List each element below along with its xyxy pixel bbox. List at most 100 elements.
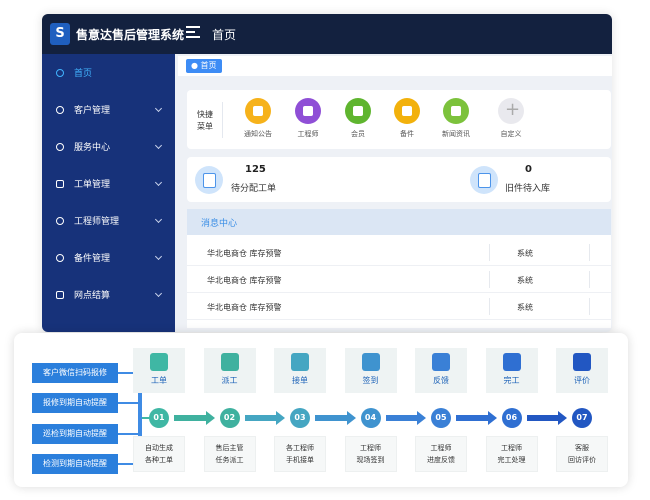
message-center-title: 消息中心 bbox=[201, 219, 238, 229]
headset-icon bbox=[56, 142, 64, 151]
sidebar-item-label: 网点结算 bbox=[74, 291, 111, 301]
flow-arrow bbox=[244, 411, 285, 425]
document-icon bbox=[56, 179, 64, 188]
flow-arrow bbox=[526, 411, 567, 425]
flow-arrow bbox=[385, 411, 426, 425]
old-parts-icon bbox=[470, 166, 498, 194]
quick-item-label: 新闻资讯 bbox=[442, 130, 470, 138]
step-card-3: 接单 bbox=[274, 348, 326, 393]
sidebar-item-workorders[interactable]: 工单管理 bbox=[42, 165, 175, 202]
sidebar-item-customers[interactable]: 客户管理 bbox=[42, 91, 175, 128]
sidebar-item-label: 服务中心 bbox=[74, 143, 111, 153]
table-row[interactable]: 华北电商仓 库存预警 系统 bbox=[187, 239, 611, 266]
table-row[interactable]: 华北电商仓 库存预警 系统 bbox=[187, 293, 611, 320]
step-description-line: 完工处理 bbox=[497, 456, 526, 464]
old-parts-count: 0 bbox=[525, 164, 532, 175]
quick-item-spareparts[interactable]: 备件 bbox=[382, 98, 432, 139]
old-parts-label: 旧件待入库 bbox=[505, 184, 551, 194]
dispatch-icon bbox=[220, 353, 239, 371]
member-icon bbox=[345, 98, 371, 124]
top-nav-home[interactable]: 首页 bbox=[212, 26, 236, 43]
sidebar-item-label: 客户管理 bbox=[74, 106, 111, 116]
step-description: 自动生成 各种工单 bbox=[133, 436, 185, 472]
accept-order-icon bbox=[291, 353, 309, 371]
quick-item-label: 工程师 bbox=[297, 130, 319, 138]
app-title: 售意达售后管理系统 bbox=[76, 28, 185, 42]
plus-icon bbox=[498, 98, 524, 124]
sidebar-item-engineers[interactable]: 工程师管理 bbox=[42, 202, 175, 239]
entry-repair-reminder[interactable]: 报修到期自动提醒 bbox=[32, 393, 118, 413]
review-icon bbox=[573, 353, 591, 371]
engineer-icon bbox=[295, 98, 321, 124]
feedback-icon bbox=[432, 353, 450, 371]
sidebar-item-label: 工程师管理 bbox=[74, 217, 120, 227]
step-name: 工单 bbox=[151, 376, 167, 385]
step-card-7: 评价 bbox=[556, 348, 608, 393]
entry-detection-reminder[interactable]: 检测到期自动提醒 bbox=[32, 454, 118, 474]
sidebar-item-spareparts[interactable]: 备件管理 bbox=[42, 239, 175, 276]
user-icon bbox=[56, 105, 64, 114]
chevron-down-icon bbox=[154, 252, 163, 260]
quick-menu-label: 快捷菜单 bbox=[197, 110, 213, 131]
message-content: 华北电商仓 库存预警 bbox=[207, 276, 282, 285]
flow-arrow bbox=[456, 411, 497, 425]
step-description-line: 任务派工 bbox=[215, 456, 244, 464]
sidebar-item-home[interactable]: 首页 bbox=[42, 54, 175, 91]
step-card-6: 完工 bbox=[485, 348, 538, 393]
table-row[interactable]: 华北电商仓 库存预警 系统 bbox=[187, 266, 611, 293]
chevron-down-icon bbox=[154, 104, 163, 112]
quick-item-member[interactable]: 会员 bbox=[333, 98, 383, 139]
flow-arrow bbox=[174, 411, 215, 425]
quick-item-label: 备件 bbox=[400, 130, 414, 138]
chevron-down-icon bbox=[154, 215, 163, 223]
quick-item-news[interactable]: 新闻资讯 bbox=[431, 98, 481, 139]
message-center-header: 消息中心 bbox=[187, 209, 611, 235]
pending-workorder-label: 待分配工单 bbox=[231, 184, 277, 194]
step-number: 04 bbox=[360, 408, 381, 428]
step-name: 签到 bbox=[362, 376, 379, 385]
top-bar: S 售意达售后管理系统 首页 bbox=[42, 14, 612, 54]
engineer-icon bbox=[56, 216, 64, 225]
sidebar-item-settlement[interactable]: 网点结算 bbox=[42, 276, 175, 313]
quick-item-notice[interactable]: 通知公告 bbox=[233, 98, 283, 139]
app-logo: S bbox=[50, 23, 70, 45]
gear-icon bbox=[56, 253, 64, 262]
message-content: 华北电商仓 库存预警 bbox=[207, 303, 282, 312]
step-description-line: 客服 bbox=[575, 444, 589, 452]
step-name: 反馈 bbox=[433, 376, 449, 385]
chevron-down-icon bbox=[154, 178, 163, 186]
sidebar: 首页 客户管理 服务中心 工单管理 工程师管理 备件管理 网点结算 bbox=[42, 54, 175, 332]
step-description-line: 自动生成 bbox=[145, 444, 173, 452]
breadcrumb-tab-home[interactable]: ● 首页 bbox=[186, 59, 222, 73]
step-description-line: 各工程师 bbox=[286, 444, 314, 452]
step-name: 评价 bbox=[574, 376, 590, 385]
quick-item-label: 通知公告 bbox=[244, 130, 272, 138]
wallet-icon bbox=[56, 290, 64, 299]
message-type: 系统 bbox=[517, 276, 533, 285]
quick-item-custom[interactable]: 自定义 bbox=[486, 98, 536, 139]
chevron-down-icon bbox=[154, 141, 163, 149]
sidebar-item-label: 首页 bbox=[74, 69, 93, 79]
sidebar-item-label: 工单管理 bbox=[74, 180, 111, 190]
step-description-line: 工程师 bbox=[360, 444, 381, 452]
breadcrumb-bar: ● 首页 bbox=[178, 56, 612, 76]
quick-item-label: 自定义 bbox=[500, 130, 522, 138]
spare-part-icon bbox=[394, 98, 420, 124]
quick-menu-card: 快捷菜单 通知公告 工程师 会员 备件 新闻资讯 自定义 bbox=[187, 90, 611, 149]
step-name: 完工 bbox=[503, 376, 520, 385]
step-card-4: 签到 bbox=[344, 348, 397, 393]
step-number: 03 bbox=[290, 408, 310, 428]
menu-toggle-icon[interactable] bbox=[186, 26, 200, 40]
entry-wechat-scan[interactable]: 客户微信扫码报修 bbox=[32, 363, 118, 383]
step-description-line: 手机接单 bbox=[286, 456, 314, 464]
stats-card: 125 待分配工单 0 旧件待入库 bbox=[187, 157, 611, 202]
step-description: 客服 回访评价 bbox=[556, 436, 608, 472]
quick-item-label: 会员 bbox=[351, 130, 365, 138]
step-description: 工程师 进度反馈 bbox=[415, 436, 467, 472]
step-card-5: 反馈 bbox=[415, 348, 467, 393]
step-description: 工程师 完工处理 bbox=[485, 436, 538, 472]
quick-item-engineer[interactable]: 工程师 bbox=[283, 98, 333, 139]
sidebar-item-service[interactable]: 服务中心 bbox=[42, 128, 175, 165]
entry-inspection-reminder[interactable]: 巡检到期自动提醒 bbox=[32, 424, 118, 444]
pending-workorder-count: 125 bbox=[245, 164, 266, 175]
